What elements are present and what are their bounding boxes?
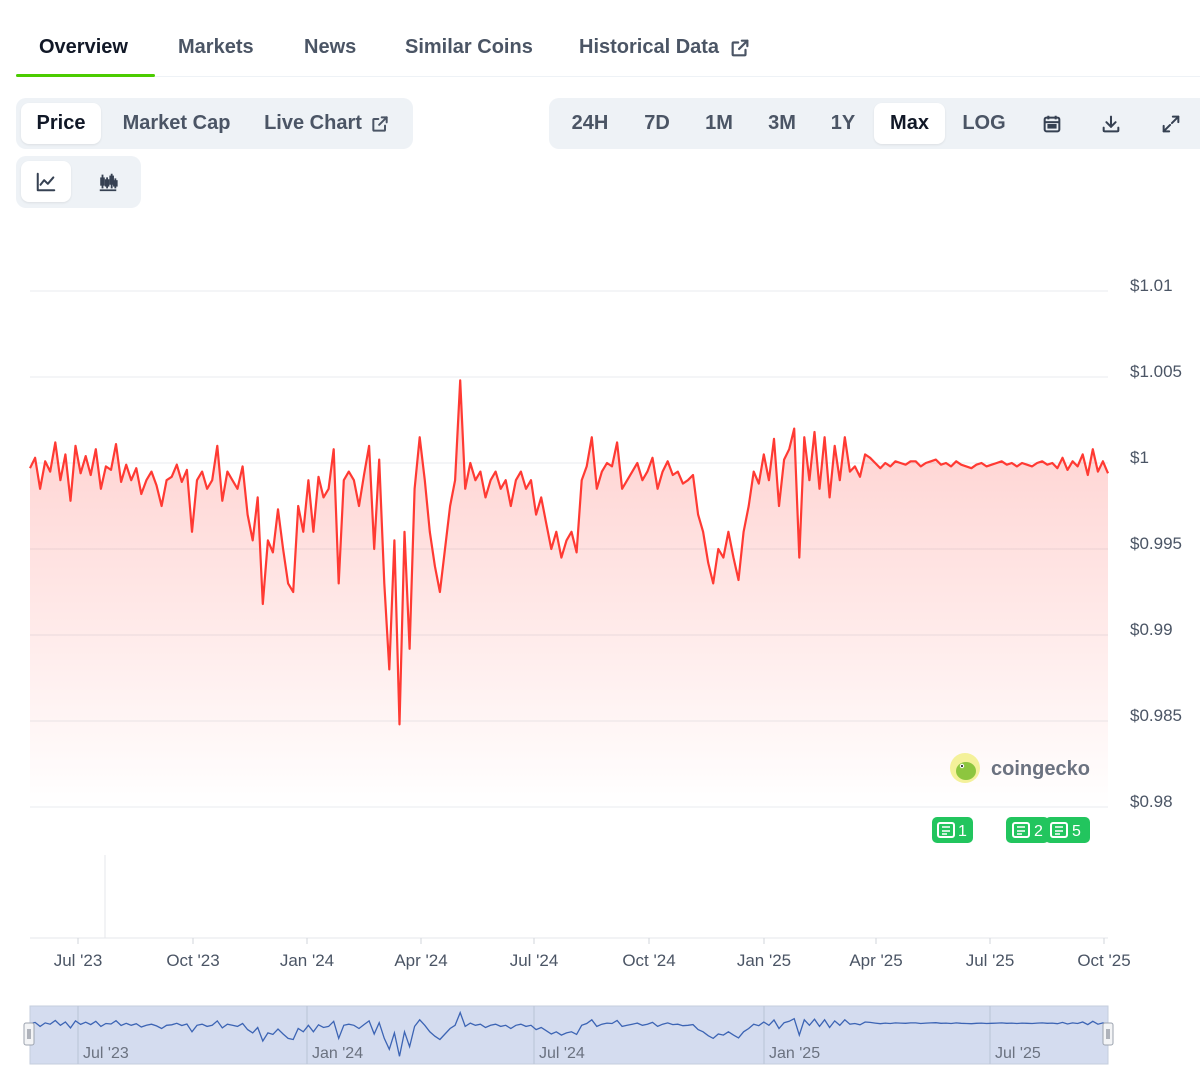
x-tick-label: Oct '23 <box>166 951 219 970</box>
candlestick-chart-button[interactable] <box>83 161 133 202</box>
tab-label: News <box>304 36 357 58</box>
data-type-toggle: Price Market Cap Live Chart <box>16 98 413 149</box>
handle-grip-box <box>23 1022 35 1046</box>
x-tick-label: Jan '24 <box>280 951 334 970</box>
coingecko-watermark: coingecko <box>950 753 1090 783</box>
x-tick-label: Apr '25 <box>849 951 902 970</box>
x-tick-label: Jul '25 <box>966 951 1015 970</box>
gecko-pupil <box>960 764 964 768</box>
range-label: 24H <box>571 112 609 134</box>
y-tick-label: $0.985 <box>1130 706 1182 725</box>
range-label: 1M <box>705 112 733 134</box>
news-count: 1 <box>958 823 967 840</box>
range-7d[interactable]: 7D <box>629 103 685 144</box>
fullscreen-button[interactable] <box>1146 103 1196 144</box>
market-cap-tab[interactable]: Market Cap <box>109 103 244 144</box>
fullscreen-icon <box>1162 115 1180 132</box>
pill-label: Price <box>36 112 86 134</box>
gecko-head <box>956 762 976 780</box>
tab-label: Overview <box>39 36 128 58</box>
active-tab-indicator <box>16 74 155 77</box>
news-count: 5 <box>1072 823 1081 840</box>
navigator-handle-left[interactable] <box>23 1022 35 1046</box>
range-label: 3M <box>768 112 796 134</box>
x-tick-label: Jul '23 <box>54 951 103 970</box>
live-chart-tab[interactable]: Live Chart <box>256 103 398 144</box>
tab-label: Similar Coins <box>405 36 533 58</box>
top-tabs: Overview Markets News Similar Coins Hist… <box>16 0 1200 77</box>
x-tick-label: Jul '24 <box>510 951 559 970</box>
y-tick-label: $1.01 <box>1130 276 1173 295</box>
range-label: 7D <box>644 112 670 134</box>
external-link-icon <box>731 39 749 56</box>
navigator-tick-label: Jan '25 <box>769 1045 820 1062</box>
navigator-handle-right[interactable] <box>1102 1022 1114 1046</box>
tab-label: Historical Data <box>579 36 720 58</box>
range-1y[interactable]: 1Y <box>817 103 869 144</box>
navigator-tick-label: Jul '25 <box>995 1045 1041 1062</box>
range-label: Max <box>890 112 929 134</box>
y-tick-label: $0.98 <box>1130 792 1173 811</box>
x-tick-label: Jan '25 <box>737 951 791 970</box>
news-marker-1[interactable]: 1 <box>932 817 973 843</box>
x-tick-label: Oct '24 <box>622 951 675 970</box>
range-24h[interactable]: 24H <box>557 103 623 144</box>
handle-grip-box <box>1102 1022 1114 1046</box>
news-marker-5[interactable]: 5 <box>1045 817 1090 843</box>
y-axis: $1.01 $1.005 $1 $0.995 $0.99 $0.985 $0.98 <box>1130 276 1182 811</box>
tab-label: Markets <box>178 36 254 58</box>
tab-news[interactable]: News <box>304 36 356 59</box>
external-link-icon <box>372 115 388 132</box>
tab-similar-coins[interactable]: Similar Coins <box>405 36 533 59</box>
range-navigator[interactable]: Jul '23 Jan '24 Jul '24 Jan '25 Jul '25 <box>23 1005 1114 1065</box>
navigator-tick-label: Jul '23 <box>83 1045 129 1062</box>
download-button[interactable] <box>1086 103 1136 144</box>
calendar-button[interactable] <box>1027 103 1077 144</box>
news-marker-2[interactable]: 2 <box>1006 817 1049 843</box>
range-max[interactable]: Max <box>874 103 945 144</box>
y-tick-label: $1.005 <box>1130 362 1182 381</box>
tab-markets[interactable]: Markets <box>178 36 254 59</box>
price-chart[interactable]: $1.01 $1.005 $1 $0.995 $0.99 $0.985 $0.98 coin… <box>0 230 1200 1083</box>
y-tick-label: $0.99 <box>1130 620 1173 639</box>
range-label: LOG <box>962 112 1006 134</box>
navigator-tick-label: Jan '24 <box>312 1045 363 1062</box>
navigator-tick-label: Jul '24 <box>539 1045 585 1062</box>
candlestick-chart-icon <box>99 173 118 191</box>
x-tick-label: Apr '24 <box>394 951 447 970</box>
pill-label: Market Cap <box>122 112 231 134</box>
tab-historical-data[interactable]: Historical Data <box>579 36 751 59</box>
tab-overview[interactable]: Overview <box>39 36 128 59</box>
y-tick-label: $0.995 <box>1130 534 1182 553</box>
pill-label: Live Chart <box>264 112 362 134</box>
range-toolbar: 24H 7D 1M 3M 1Y Max LOG <box>549 98 1200 149</box>
watermark-text: coingecko <box>991 758 1090 780</box>
news-count: 2 <box>1034 823 1043 840</box>
chart-style-toggle <box>16 156 141 208</box>
log-scale-toggle[interactable]: LOG <box>951 103 1017 144</box>
y-tick-label: $1 <box>1130 448 1149 467</box>
line-chart-icon <box>36 172 56 191</box>
calendar-icon <box>1043 115 1061 132</box>
x-axis: Jul '23 Oct '23 Jan '24 Apr '24 Jul '24 Oct '… <box>54 938 1131 970</box>
download-icon <box>1102 115 1120 132</box>
range-label: 1Y <box>830 112 856 134</box>
price-tab[interactable]: Price <box>21 103 101 144</box>
price-area <box>30 380 1108 807</box>
range-1m[interactable]: 1M <box>691 103 747 144</box>
x-tick-label: Oct '25 <box>1077 951 1130 970</box>
line-chart-button[interactable] <box>21 161 71 202</box>
range-3m[interactable]: 3M <box>753 103 811 144</box>
